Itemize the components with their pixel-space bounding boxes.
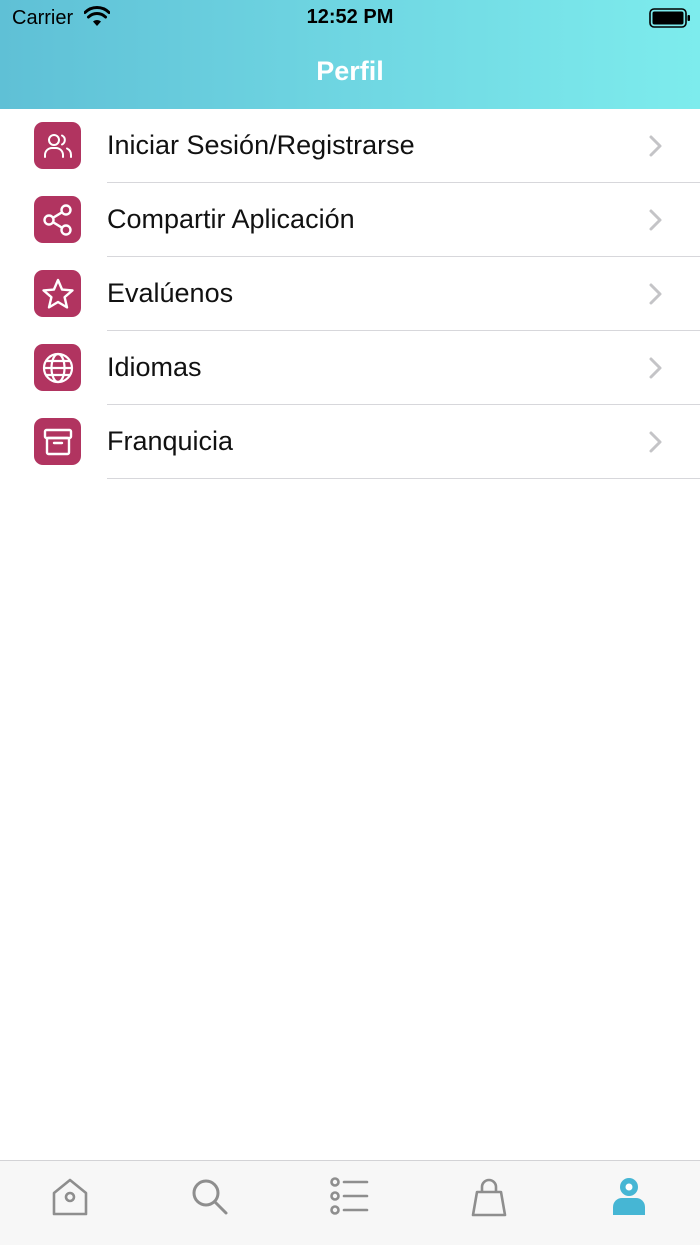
chevron-right-icon [649,283,662,305]
menu-item-rate-us[interactable]: Evalúenos [0,257,700,331]
share-icon [42,203,72,236]
menu-icon-background [34,122,81,169]
page-title: Perfil [316,56,384,86]
tab-profile[interactable] [599,1177,659,1237]
menu-item-label: Franquicia [107,426,234,456]
chevron-right-icon [649,431,662,453]
header-bar: Carrier 12:52 PM Perfil [0,0,700,109]
chevron-right-icon [649,209,662,231]
menu-item-label: Idiomas [107,352,202,382]
profile-icon [613,1178,645,1215]
list-icon [330,1177,369,1215]
menu-item-franchise[interactable]: Franquicia [0,405,700,479]
battery-icon [649,8,690,28]
globe-icon [42,352,73,383]
shopping-bag-icon [471,1178,507,1217]
menu-item-languages[interactable]: Idiomas [0,331,700,405]
tab-list[interactable] [320,1177,380,1237]
home-tag-icon [52,1178,88,1216]
menu-item-label: Iniciar Sesión/Registrarse [107,130,415,160]
menu-item-label: Evalúenos [107,278,234,308]
status-time: 12:52 PM [306,6,394,28]
chevron-right-icon [649,135,662,157]
store-icon [43,428,72,455]
tab-cart[interactable] [459,1177,519,1237]
menu-icon-background [34,196,81,243]
menu-icon-background [34,270,81,317]
menu-icon-background [34,344,81,391]
profile-menu: Iniciar Sesión/Registrarse Compartir Apl… [0,109,700,479]
star-icon [41,278,74,309]
search-icon [192,1179,228,1215]
menu-item-share-app[interactable]: Compartir Aplicación [0,183,700,257]
tab-search[interactable] [180,1177,240,1237]
chevron-right-icon [649,357,662,379]
row-divider [107,478,700,479]
tab-home[interactable] [40,1177,100,1237]
users-icon [43,133,72,158]
menu-icon-background [34,418,81,465]
menu-item-login[interactable]: Iniciar Sesión/Registrarse [0,109,700,183]
status-bar: Carrier 12:52 PM [0,0,700,36]
menu-item-label: Compartir Aplicación [107,204,355,234]
tab-bar [0,1160,700,1245]
